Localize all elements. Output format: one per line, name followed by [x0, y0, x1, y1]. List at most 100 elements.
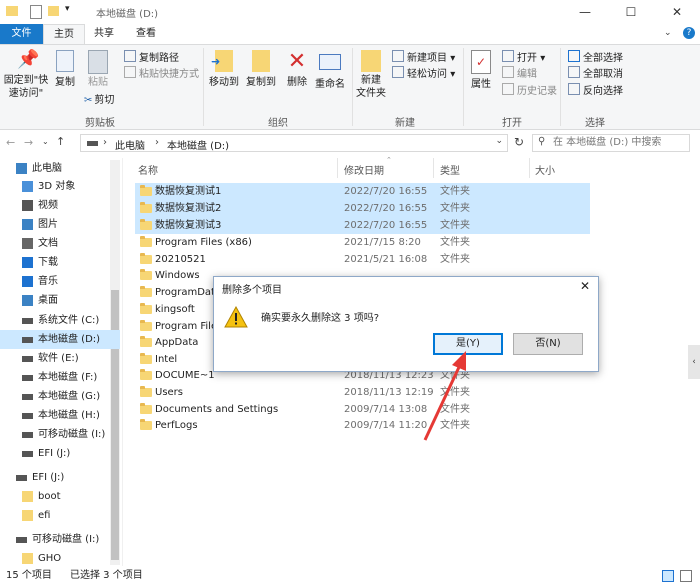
address-bar[interactable]: › 此电脑 › 本地磁盘 (D:) ⌄ — [80, 134, 508, 152]
folder-icon — [22, 491, 33, 502]
column-type-header[interactable]: 类型 — [440, 162, 460, 177]
quick-access-properties-icon[interactable] — [30, 5, 42, 19]
nav-videos[interactable]: 视频 — [0, 196, 120, 215]
drive-icon — [22, 413, 33, 419]
nav-downloads[interactable]: 下载 — [0, 253, 120, 272]
nav-documents[interactable]: 文档 — [0, 234, 120, 253]
nav-music[interactable]: 音乐 — [0, 272, 120, 291]
tab-view[interactable]: 查看 — [126, 24, 166, 44]
file-row[interactable]: PerfLogs 2009/7/14 11:20 文件夹 — [135, 417, 590, 434]
column-divider[interactable] — [433, 158, 434, 178]
file-row[interactable]: 数据恢复测试3 2022/7/20 16:55 文件夹 — [135, 217, 590, 234]
rename-button[interactable]: 重命名 — [312, 50, 348, 91]
nav-pictures[interactable]: 图片 — [0, 215, 120, 234]
group-divider — [560, 48, 561, 126]
edit-button[interactable]: 编辑 — [502, 66, 537, 82]
edit-icon — [502, 66, 514, 78]
copy-to-button[interactable]: 复制到 — [243, 50, 279, 89]
delete-button[interactable]: ✕ 删除 — [284, 50, 310, 89]
easy-access-button[interactable]: 轻松访问 ▾ — [392, 66, 455, 82]
ribbon-collapse-icon[interactable]: ⌄ — [664, 28, 672, 38]
refresh-icon[interactable]: ↻ — [514, 135, 524, 149]
folder-icon — [140, 286, 152, 297]
column-date-header[interactable]: 修改日期 — [344, 162, 384, 177]
tab-share[interactable]: 共享 — [84, 24, 124, 44]
dialog-close-button[interactable]: ✕ — [580, 279, 590, 293]
invert-selection-button[interactable]: 反向选择 — [568, 83, 623, 99]
nav-label: 音乐 — [38, 276, 58, 287]
paste-shortcut-button[interactable]: 粘贴快捷方式 — [124, 66, 199, 82]
maximize-button[interactable]: ☐ — [608, 0, 654, 24]
nav-desktop[interactable]: 桌面 — [0, 291, 120, 310]
nav-efi[interactable]: efi — [0, 506, 120, 525]
nav-boot[interactable]: boot — [0, 487, 120, 506]
paste-button[interactable]: 粘贴 — [84, 50, 112, 89]
nav-drive-f[interactable]: 本地磁盘 (F:) — [0, 368, 120, 387]
usb-drive-icon — [16, 537, 27, 543]
file-row[interactable]: Documents and Settings 2009/7/14 13:08 文件夹 — [135, 401, 590, 418]
file-row[interactable]: 20210521 2021/5/21 16:08 文件夹 — [135, 251, 590, 268]
move-to-button[interactable]: ➜ 移动到 — [206, 50, 242, 89]
large-icons-view-icon[interactable] — [680, 570, 692, 582]
quick-access-folder-icon[interactable] — [48, 6, 59, 16]
details-view-icon[interactable] — [662, 570, 674, 582]
minimize-button[interactable]: — — [562, 0, 608, 24]
help-icon[interactable]: ? — [683, 27, 695, 39]
pin-label: 固定到"快 速访问" — [3, 75, 49, 99]
copy-path-button[interactable]: 复制路径 — [124, 50, 179, 66]
properties-button[interactable]: ✓ 属性 — [466, 50, 496, 91]
drive-icon — [22, 394, 33, 400]
nav-efi-j[interactable]: EFI (J:) — [0, 468, 120, 487]
history-icon — [502, 83, 514, 95]
new-item-button[interactable]: 新建项目 ▾ — [392, 50, 455, 66]
group-clipboard-label: 剪贴板 — [85, 118, 115, 129]
quick-access-dropdown-icon[interactable]: ▾ — [65, 4, 70, 14]
nav-drive-c[interactable]: 系统文件 (C:) — [0, 311, 120, 330]
no-button[interactable]: 否(N) — [513, 333, 583, 355]
nav-this-pc[interactable]: 此电脑 — [0, 159, 120, 178]
copy-button[interactable]: 复制 — [52, 50, 78, 89]
easy-access-label: 轻松访问 — [407, 69, 447, 80]
drive-icon — [22, 318, 33, 324]
new-folder-button[interactable]: 新建 文件夹 — [354, 50, 388, 100]
pin-quick-access-button[interactable]: 📌 固定到"快 速访问" — [2, 50, 50, 100]
address-dropdown-icon[interactable]: ⌄ — [495, 136, 503, 146]
details-pane-toggle[interactable]: ‹ — [688, 345, 700, 379]
select-all-button[interactable]: 全部选择 — [568, 50, 623, 66]
nav-drive-e[interactable]: 软件 (E:) — [0, 349, 120, 368]
window-title: 本地磁盘 (D:) — [96, 9, 159, 20]
file-row[interactable]: 数据恢复测试2 2022/7/20 16:55 文件夹 — [135, 200, 590, 217]
nav-drive-j[interactable]: EFI (J:) — [0, 444, 120, 463]
tab-file[interactable]: 文件 — [0, 24, 43, 44]
pin-icon: 📌 — [17, 49, 40, 70]
file-row[interactable]: Users 2018/11/13 12:19 文件夹 — [135, 384, 590, 401]
breadcrumb-drive-d[interactable]: 本地磁盘 (D:) — [167, 137, 229, 152]
select-none-label: 全部取消 — [583, 69, 623, 80]
nav-label: boot — [38, 491, 61, 502]
folder-icon — [140, 353, 152, 364]
file-row[interactable]: 数据恢复测试1 2022/7/20 16:55 文件夹 — [135, 183, 590, 200]
close-button[interactable]: ✕ — [654, 0, 700, 24]
file-row[interactable]: Program Files (x86) 2021/7/15 8:20 文件夹 — [135, 234, 590, 251]
column-divider[interactable] — [337, 158, 338, 178]
search-input[interactable]: 在 本地磁盘 (D:) 中搜索 — [532, 134, 690, 152]
nav-drive-i[interactable]: 可移动磁盘 (I:) — [0, 425, 120, 444]
open-button[interactable]: 打开 ▾ — [502, 50, 545, 66]
breadcrumb-this-pc[interactable]: 此电脑 — [115, 137, 145, 152]
up-icon[interactable]: ↑ — [56, 135, 65, 148]
nav-3d-objects[interactable]: 3D 对象 — [0, 177, 120, 196]
tab-home[interactable]: 主页 — [43, 24, 85, 45]
nav-drive-g[interactable]: 本地磁盘 (G:) — [0, 387, 120, 406]
column-size-header[interactable]: 大小 — [535, 162, 555, 177]
nav-drive-h[interactable]: 本地磁盘 (H:) — [0, 406, 120, 425]
recent-locations-icon[interactable]: ⌄ — [42, 137, 49, 146]
nav-removable-i[interactable]: 可移动磁盘 (I:) — [0, 530, 120, 549]
column-name-header[interactable]: 名称 — [138, 162, 158, 177]
column-divider[interactable] — [529, 158, 530, 178]
back-icon[interactable]: ← — [6, 136, 15, 149]
forward-icon[interactable]: → — [24, 136, 33, 149]
cut-button[interactable]: ✂ 剪切 — [84, 93, 114, 109]
nav-drive-d[interactable]: 本地磁盘 (D:) — [0, 330, 120, 349]
select-none-button[interactable]: 全部取消 — [568, 66, 623, 82]
history-button[interactable]: 历史记录 — [502, 83, 557, 99]
